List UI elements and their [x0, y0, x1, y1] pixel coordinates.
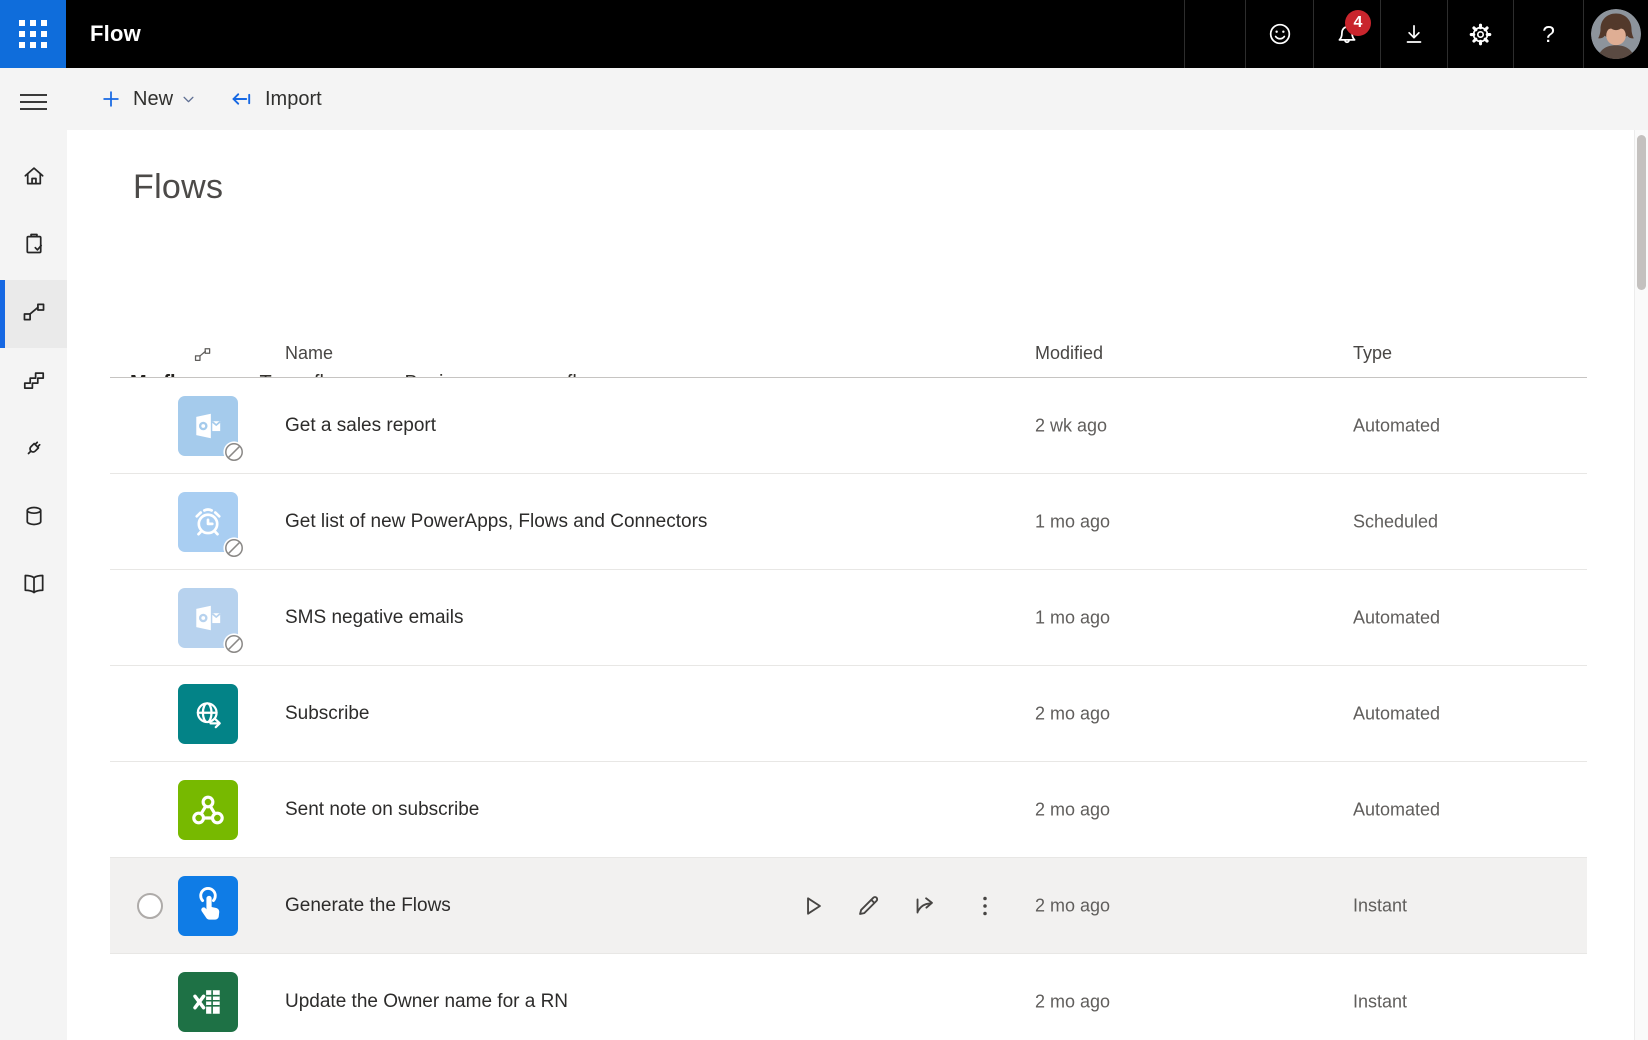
notification-badge: 4: [1345, 10, 1371, 36]
sidebar-item-flows[interactable]: [0, 280, 67, 348]
top-app-bar: Flow 4?: [0, 0, 1648, 68]
sidebar-item-entities[interactable]: [0, 484, 67, 552]
flow-type: Automated: [1353, 703, 1440, 724]
download-icon[interactable]: [1380, 0, 1447, 68]
new-flow-button[interactable]: New: [100, 68, 196, 130]
settings-gear-icon[interactable]: [1447, 0, 1513, 68]
feedback-smiley-icon[interactable]: [1245, 0, 1313, 68]
import-button[interactable]: Import: [230, 68, 330, 130]
bpf-icon: [21, 367, 47, 398]
settings-gear-icon: [1468, 22, 1493, 47]
flow-modified: 1 mo ago: [1035, 511, 1110, 532]
flow-type: Automated: [1353, 607, 1440, 628]
flow-type: Instant: [1353, 992, 1407, 1013]
table-row[interactable]: Get a sales report 2 wk ago Automated: [110, 378, 1587, 474]
vertical-scrollbar[interactable]: [1634, 130, 1648, 1040]
disabled-badge-icon: [222, 440, 246, 464]
hamburger-menu-icon[interactable]: [20, 94, 47, 111]
flow-name[interactable]: Get a sales report: [285, 415, 436, 437]
disabled-badge-icon: [222, 632, 246, 656]
page-title: Flows: [133, 168, 223, 207]
flows-icon: [21, 299, 47, 330]
flow-modified: 1 mo ago: [1035, 607, 1110, 628]
topbar-icon-group: 4?: [1184, 0, 1648, 68]
notifications-bell-icon[interactable]: 4: [1313, 0, 1380, 68]
feedback-smiley-icon: [1267, 21, 1293, 47]
home-icon: [21, 163, 47, 194]
table-body: Get a sales report 2 wk ago Automated Get l…: [110, 378, 1587, 1040]
disabled-badge-icon: [222, 536, 246, 560]
flow-type: Automated: [1353, 415, 1440, 436]
flow-modified: 2 mo ago: [1035, 703, 1110, 724]
flow-name[interactable]: Subscribe: [285, 703, 370, 725]
sidebar-item-approvals[interactable]: [0, 212, 67, 280]
flow-type: Instant: [1353, 895, 1407, 916]
clock-flow-icon: [178, 492, 238, 552]
new-button-label: New: [133, 88, 173, 111]
help-icon: ?: [1542, 21, 1555, 48]
app-title: Flow: [90, 0, 141, 68]
flow-name[interactable]: Sent note on subscribe: [285, 799, 479, 821]
flow-name[interactable]: SMS negative emails: [285, 607, 463, 629]
sidebar-item-connectors[interactable]: [0, 416, 67, 484]
sidebar-item-home[interactable]: [0, 144, 67, 212]
table-row[interactable]: Subscribe 2 mo ago Automated: [110, 666, 1587, 762]
left-nav-sidebar: [0, 130, 67, 1040]
webhook-flow-icon: [178, 780, 238, 840]
column-header-modified[interactable]: Modified: [1035, 330, 1103, 376]
column-header-name[interactable]: Name: [285, 330, 333, 376]
topbar-spacer: [1184, 0, 1245, 68]
download-icon: [1401, 21, 1427, 47]
flows-table: Name Modified Type Get a sales report 2 w…: [110, 330, 1587, 1040]
user-avatar[interactable]: [1583, 0, 1648, 68]
outlook-flow-icon: [178, 588, 238, 648]
more-button[interactable]: [965, 886, 1005, 926]
entities-icon: [21, 503, 47, 534]
scrollbar-thumb[interactable]: [1637, 135, 1646, 290]
flow-modified: 2 mo ago: [1035, 799, 1110, 820]
approvals-icon: [21, 231, 47, 262]
outlook-flow-icon: [178, 396, 238, 456]
table-header: Name Modified Type: [110, 330, 1587, 378]
app-launcher-button[interactable]: [0, 0, 66, 68]
globe-flow-icon: [178, 684, 238, 744]
flow-type: Automated: [1353, 799, 1440, 820]
share-button[interactable]: [905, 886, 945, 926]
flow-mini-icon: [193, 345, 212, 369]
plus-icon: [100, 88, 122, 110]
import-button-label: Import: [265, 88, 322, 111]
main-content: Flows My flowsTeam flowsBusiness process…: [67, 130, 1634, 1040]
flow-type: Scheduled: [1353, 511, 1438, 532]
table-row[interactable]: SMS negative emails 1 mo ago Automated: [110, 570, 1587, 666]
excel-flow-icon: [178, 972, 238, 1032]
flow-modified: 2 mo ago: [1035, 895, 1110, 916]
sidebar-item-learn[interactable]: [0, 552, 67, 620]
sidebar-item-business-process[interactable]: [0, 348, 67, 416]
table-row[interactable]: Generate the Flows2 mo agoInstant: [110, 858, 1587, 954]
edit-button[interactable]: [848, 886, 888, 926]
run-button[interactable]: [792, 886, 832, 926]
waffle-icon: [19, 20, 47, 48]
flow-modified: 2 wk ago: [1035, 415, 1107, 436]
table-row[interactable]: Get list of new PowerApps, Flows and Con…: [110, 474, 1587, 570]
connectors-icon: [21, 435, 47, 466]
flow-name[interactable]: Get list of new PowerApps, Flows and Con…: [285, 511, 707, 533]
learn-icon: [21, 571, 47, 602]
help-icon[interactable]: ?: [1513, 0, 1583, 68]
flow-modified: 2 mo ago: [1035, 992, 1110, 1013]
flow-name[interactable]: Update the Owner name for a RN: [285, 991, 568, 1013]
import-arrow-icon: [230, 87, 254, 111]
table-row[interactable]: Sent note on subscribe 2 mo ago Automated: [110, 762, 1587, 858]
chevron-down-icon: [181, 92, 196, 107]
user-avatar-photo: [1591, 9, 1641, 59]
column-header-type[interactable]: Type: [1353, 330, 1392, 376]
table-row[interactable]: Update the Owner name for a RN 2 mo ago In…: [110, 954, 1587, 1040]
command-bar: New Import: [0, 68, 1648, 130]
